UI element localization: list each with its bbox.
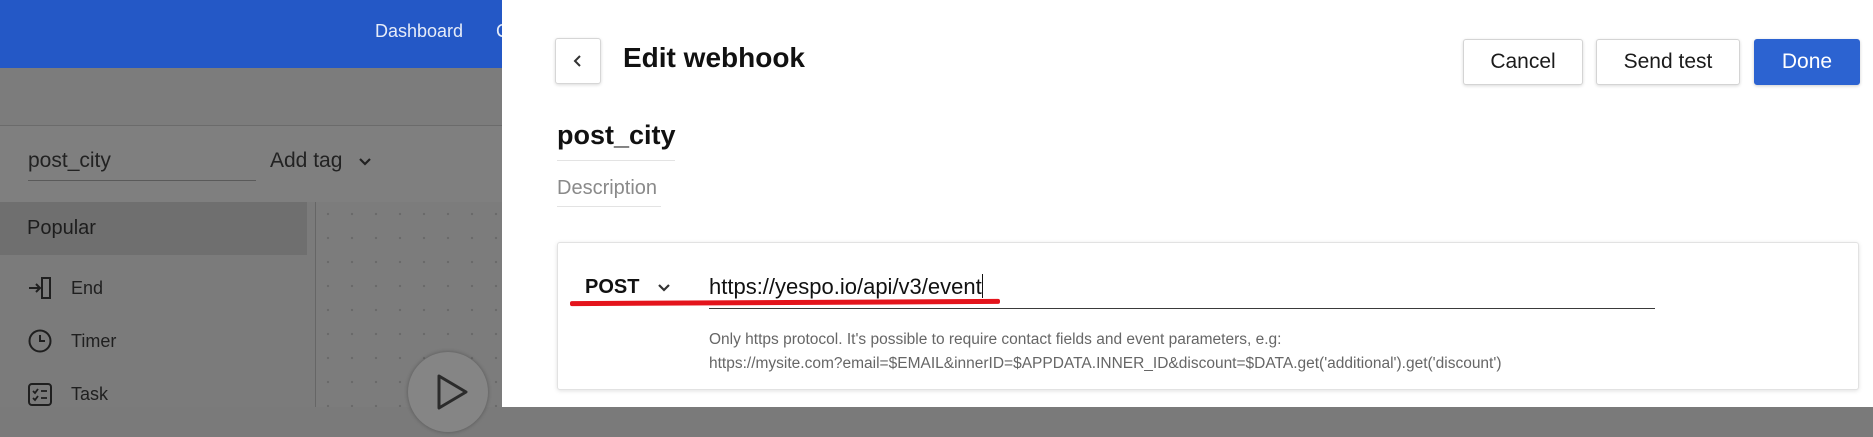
hint-line-2: https://mysite.com?email=$EMAIL&innerID=…: [709, 355, 1502, 372]
done-button[interactable]: Done: [1754, 39, 1860, 85]
clock-icon: [28, 329, 52, 353]
background-app: Dashboard C post_city Add tag Popular En…: [0, 0, 509, 432]
chevron-down-icon: [359, 158, 372, 166]
popular-label: Popular: [27, 217, 96, 239]
block-task-label: Task: [71, 383, 109, 404]
method-value: POST: [585, 276, 640, 298]
webhook-name-field[interactable]: post_city: [557, 120, 676, 151]
send-test-button[interactable]: Send test: [1596, 39, 1740, 85]
block-timer-label: Timer: [71, 330, 117, 351]
text-cursor: [981, 274, 983, 298]
popular-section[interactable]: Popular: [0, 202, 307, 255]
block-end-label: End: [71, 277, 104, 298]
panel-title: Edit webhook: [623, 42, 805, 73]
nav-dashboard[interactable]: Dashboard: [375, 21, 463, 42]
url-input[interactable]: https://yespo.io/api/v3/event: [709, 274, 983, 300]
url-hint: Only https protocol. It's possible to re…: [709, 328, 1501, 376]
description-underline: [557, 206, 661, 207]
url-underline: [709, 308, 1655, 309]
start-node[interactable]: [408, 352, 488, 432]
chevron-left-icon: [573, 55, 581, 67]
play-icon: [437, 374, 468, 410]
end-icon: [29, 277, 51, 299]
cancel-button[interactable]: Cancel: [1463, 39, 1583, 85]
url-value: https://yespo.io/api/v3/event: [709, 274, 982, 299]
chevron-down-icon: [658, 283, 671, 292]
webhook-name-underline: [557, 160, 675, 161]
workflow-name-input[interactable]: post_city: [28, 149, 111, 173]
method-select[interactable]: POST: [585, 276, 671, 299]
add-tag-dropdown[interactable]: Add tag: [270, 149, 372, 173]
block-task[interactable]: Task: [27, 381, 108, 407]
block-timer[interactable]: Timer: [27, 328, 116, 354]
description-field[interactable]: Description: [557, 177, 657, 200]
workflow-name-underline: [28, 180, 256, 181]
task-icon: [28, 383, 52, 406]
add-tag-label: Add tag: [270, 149, 343, 172]
block-end[interactable]: End: [27, 275, 103, 301]
back-button[interactable]: [555, 38, 601, 84]
hint-line-1: Only https protocol. It's possible to re…: [709, 331, 1282, 348]
